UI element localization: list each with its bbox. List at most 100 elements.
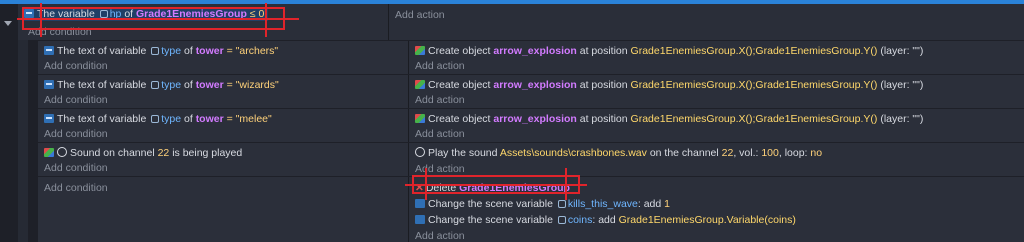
event-row-hp[interactable]: The variable hp of Grade1EnemiesGroup ≤ …	[18, 4, 1024, 40]
variable-icon	[44, 46, 54, 55]
add-action-link[interactable]: Add action	[415, 93, 465, 107]
operator: =	[226, 79, 233, 91]
create-object-icon	[415, 80, 425, 89]
value: "wizards"	[235, 79, 279, 91]
condition-sound-playing[interactable]: Sound on channel 22 is being played	[44, 146, 242, 160]
add-action-link[interactable]: Add action	[415, 162, 465, 176]
variable-name: type	[161, 113, 182, 125]
vol-label: , vol.:	[733, 147, 759, 159]
of-text: of	[184, 113, 193, 125]
condition-hp[interactable]: The variable hp of Grade1EnemiesGroup ≤ …	[22, 7, 269, 21]
sound-icon	[44, 148, 54, 157]
collapse-chevron-icon[interactable]	[4, 21, 12, 26]
condition-text: Sound on channel	[70, 147, 155, 159]
sub-event-melee[interactable]: The text of variable type of tower = "me…	[38, 109, 1024, 142]
action-create-object[interactable]: Create object arrow_explosion at positio…	[415, 78, 923, 92]
add-action-link[interactable]: Add action	[395, 8, 445, 22]
add-action-link[interactable]: Add action	[415, 59, 465, 73]
add-action-link[interactable]: Add action	[415, 127, 465, 141]
action-column: Add action	[388, 4, 1024, 40]
of-text: of	[184, 45, 193, 57]
sound-path: Assets\sounds\crashbones.wav	[499, 147, 647, 159]
add-condition-link[interactable]: Add condition	[28, 25, 92, 39]
object-name: tower	[195, 113, 224, 125]
object-name: Grade1EnemiesGroup	[136, 8, 247, 20]
variable-type-icon	[99, 10, 108, 18]
object-name: arrow_explosion	[493, 113, 577, 125]
variable-name: kills_this_wave	[567, 198, 638, 210]
condition-text: The text of variable	[57, 113, 147, 125]
value: 0	[258, 8, 265, 20]
at-position-text: at position	[579, 113, 628, 125]
action-change-coins[interactable]: Change the scene variable coins: add Gra…	[415, 213, 796, 227]
layer-text: (layer: "")	[880, 45, 924, 57]
layer-text: (layer: "")	[880, 79, 924, 91]
variable-name: type	[161, 45, 182, 57]
delete-icon: ✕	[415, 182, 424, 194]
sub-event-indent-bar	[18, 40, 28, 242]
object-name: Grade1EnemiesGroup	[459, 182, 570, 194]
condition-suffix: is being played	[172, 147, 243, 159]
variable-type-icon	[151, 81, 160, 89]
action-delete-object[interactable]: ✕ Delete Grade1EnemiesGroup	[415, 181, 570, 195]
variable-name: coins	[567, 214, 593, 226]
action-change-kills[interactable]: Change the scene variable kills_this_wav…	[415, 197, 670, 211]
event-gutter	[0, 4, 18, 242]
object-name: tower	[195, 45, 224, 57]
add-condition-link[interactable]: Add condition	[44, 181, 108, 195]
channel-text: on the channel	[649, 147, 719, 159]
create-object-icon	[415, 114, 425, 123]
action-text: Create object	[428, 45, 491, 57]
vol-value: 100	[761, 147, 779, 159]
object-name: arrow_explosion	[493, 45, 577, 57]
add-condition-link[interactable]: Add condition	[44, 161, 108, 175]
action-column: Play the sound Assets\sounds\crashbones.…	[408, 143, 1024, 176]
variable-type-icon	[557, 216, 566, 224]
add-condition-link[interactable]: Add condition	[44, 127, 108, 141]
events-sheet: The variable hp of Grade1EnemiesGroup ≤ …	[0, 0, 1024, 242]
channel-value: 22	[157, 147, 170, 159]
scene-variable-icon	[415, 215, 425, 224]
condition-column: The text of variable type of tower = "ar…	[38, 41, 408, 74]
condition-type-archers[interactable]: The text of variable type of tower = "ar…	[44, 44, 278, 58]
condition-text: The text of variable	[57, 45, 147, 57]
variable-type-icon	[151, 115, 160, 123]
sub-event-sound[interactable]: Sound on channel 22 is being played Add …	[38, 143, 1024, 176]
action-create-object[interactable]: Create object arrow_explosion at positio…	[415, 112, 923, 126]
object-name: tower	[195, 79, 224, 91]
action-text: Delete	[425, 182, 457, 194]
variable-icon	[24, 9, 34, 18]
sub-event-wizards[interactable]: The text of variable type of tower = "wi…	[38, 75, 1024, 108]
action-play-sound[interactable]: Play the sound Assets\sounds\crashbones.…	[415, 146, 822, 160]
add-action-link[interactable]: Add action	[415, 229, 465, 242]
of-text: of	[184, 79, 193, 91]
layer-text: (layer: "")	[880, 113, 924, 125]
value: 1	[664, 198, 670, 210]
add-condition-link[interactable]: Add condition	[44, 59, 108, 73]
variable-type-icon	[151, 47, 160, 55]
condition-column: The variable hp of Grade1EnemiesGroup ≤ …	[18, 4, 388, 40]
position-expression: Grade1EnemiesGroup.X();Grade1EnemiesGrou…	[630, 79, 878, 91]
condition-type-melee[interactable]: The text of variable type of tower = "me…	[44, 112, 272, 126]
variable-type-icon	[557, 200, 566, 208]
position-expression: Grade1EnemiesGroup.X();Grade1EnemiesGrou…	[630, 45, 878, 57]
action-text: Change the scene variable	[428, 198, 553, 210]
condition-column: The text of variable type of tower = "me…	[38, 109, 408, 142]
add-condition-link[interactable]: Add condition	[44, 93, 108, 107]
operator: : add	[637, 198, 662, 210]
action-create-object[interactable]: Create object arrow_explosion at positio…	[415, 44, 923, 58]
action-column: Create object arrow_explosion at positio…	[408, 109, 1024, 142]
variable-icon	[44, 114, 54, 123]
condition-column: Add condition	[38, 177, 408, 242]
operator: =	[226, 45, 233, 57]
scene-variable-icon	[415, 199, 425, 208]
sub-event-archers[interactable]: The text of variable type of tower = "ar…	[38, 41, 1024, 74]
operator: ≤	[249, 8, 256, 20]
object-name: arrow_explosion	[493, 79, 577, 91]
action-text: Create object	[428, 79, 491, 91]
sub-event-delete[interactable]: Add condition ✕ Delete Grade1EnemiesGroup…	[38, 177, 1024, 242]
action-column: Create object arrow_explosion at positio…	[408, 41, 1024, 74]
action-text: Create object	[428, 113, 491, 125]
value: "archers"	[235, 45, 279, 57]
condition-type-wizards[interactable]: The text of variable type of tower = "wi…	[44, 78, 279, 92]
